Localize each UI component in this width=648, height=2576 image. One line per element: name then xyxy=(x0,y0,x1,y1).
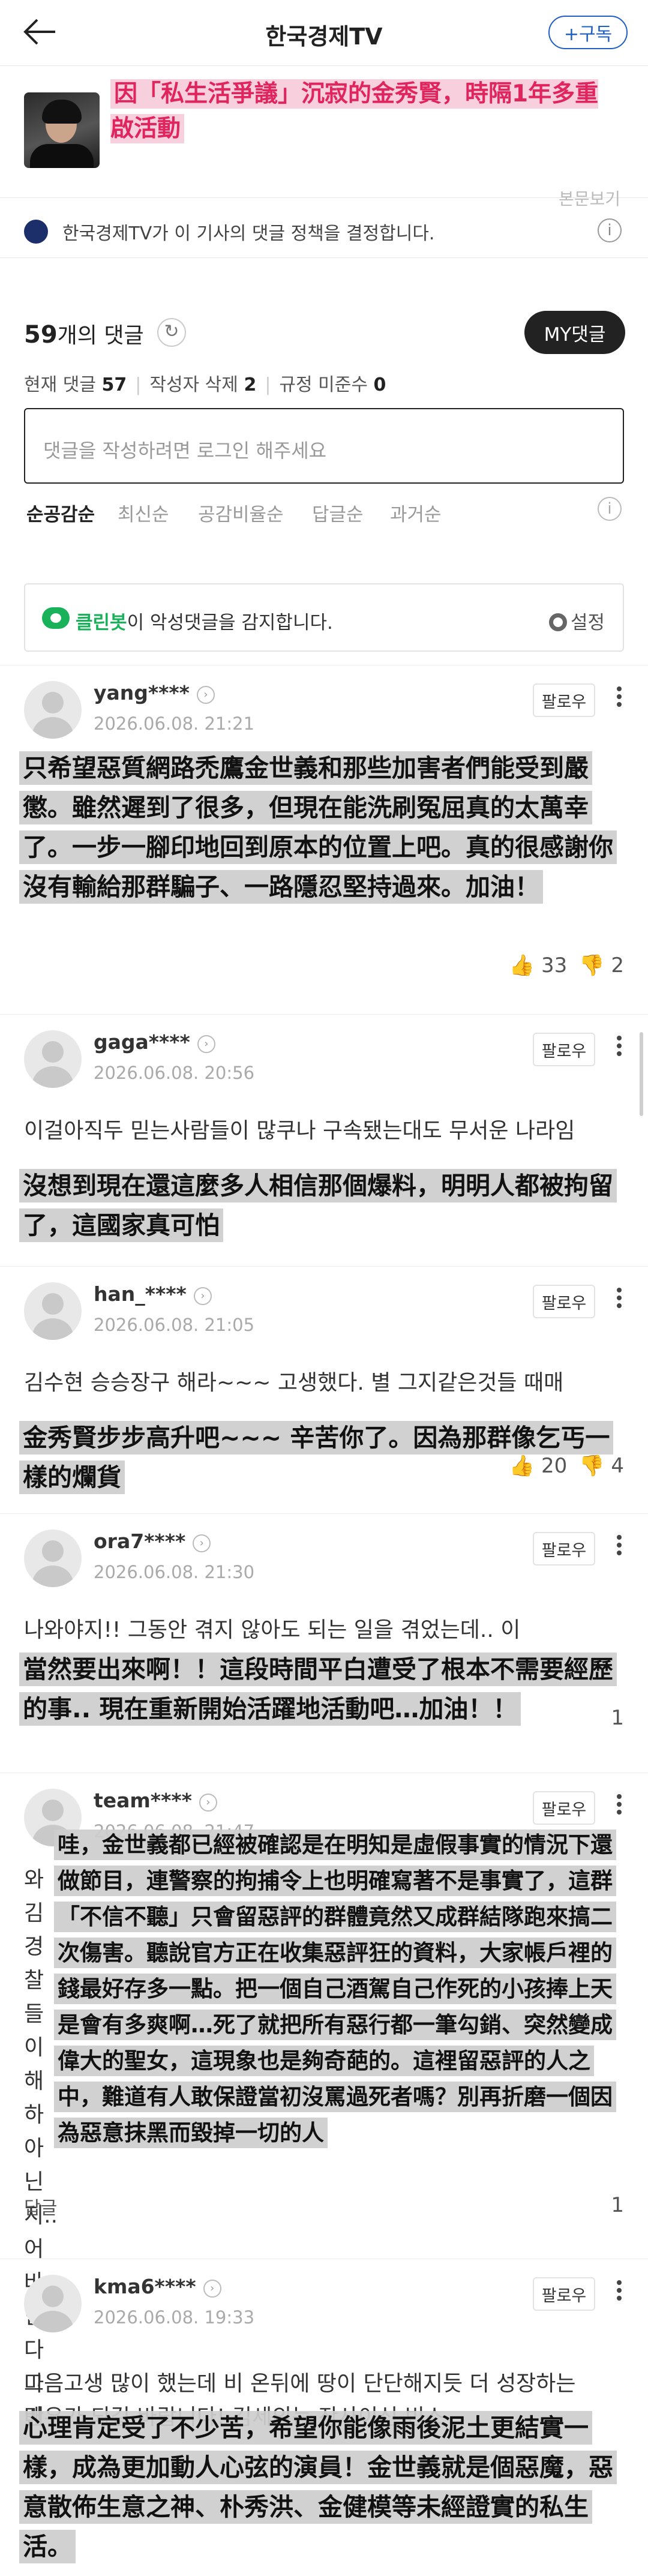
tab-sort-replies[interactable]: 답글순 xyxy=(312,499,364,526)
tab-sort-oldest[interactable]: 과거순 xyxy=(390,499,442,526)
comment-count: 59개의 댓글 xyxy=(24,321,144,349)
chevron-right-icon[interactable]: › xyxy=(196,686,215,704)
reply-button[interactable]: 답글 xyxy=(24,2193,57,2220)
tab-sort-likes[interactable]: 순공감순 xyxy=(26,499,95,526)
comment-translation-overlay: 哇，金世義都已經被確認是在明知是虛假事實的情況下還做節目，連警察的拘捕令上也明確… xyxy=(54,1827,618,2151)
avatar[interactable] xyxy=(24,1530,82,1587)
avatar[interactable] xyxy=(24,1030,82,1088)
comment-text: 나와야지!! 그동안 겪지 않아도 되는 일을 겪었는데.. 이 xyxy=(24,1618,521,1642)
article-header[interactable]: 본문보기 因「私生活爭議」沉寂的金秀賢，時隔1年多重啟活動 xyxy=(0,66,648,209)
follow-button[interactable]: 팔로우 xyxy=(533,1033,595,1066)
comment-translation-overlay: 沒想到現在還這麼多人相信那個爆料，明明人都被拘留了，這國家真可怕 xyxy=(19,1166,631,1245)
avatar[interactable] xyxy=(24,1282,82,1340)
policy-text: 한국경제TV가 이 기사의 댓글 정책을 결정합니다. xyxy=(62,223,435,244)
more-options-icon[interactable] xyxy=(613,1285,625,1315)
refresh-icon[interactable]: ↻ xyxy=(157,318,186,347)
subscribe-button[interactable]: +구독 xyxy=(548,16,628,49)
comment-text: 김수현 승승장구 해라~~~ 고생했다. 별 그지같은것들 때매 xyxy=(24,1371,564,1395)
sort-info-icon[interactable]: i xyxy=(598,497,622,521)
tab-sort-latest[interactable]: 최신순 xyxy=(118,499,169,526)
comment-username[interactable]: ora7**** › xyxy=(94,1530,211,1553)
avatar[interactable] xyxy=(24,681,82,739)
comment-date: 2026.06.08. 20:56 xyxy=(94,1063,255,1083)
thumbs-down-icon[interactable]: 👎 xyxy=(579,953,604,977)
comment-translation-overlay: 只希望惡質網路禿鷹金世義和那些加害者們能受到嚴懲。雖然遲到了很多，但現在能洗刷冤… xyxy=(19,748,631,907)
follow-button[interactable]: 팔로우 xyxy=(533,1791,595,1825)
comment-stats: 현재 댓글 57 | 작성자 삭제 2 | 규정 미준수 0 xyxy=(24,374,386,395)
comment-date: 2026.06.08. 21:30 xyxy=(94,1562,255,1582)
info-icon[interactable]: i xyxy=(598,218,622,242)
comment-input[interactable]: 댓글을 작성하려면 로그인 해주세요 xyxy=(24,408,624,484)
comment-translation-overlay: 當然要出來啊！！這段時間平白遭受了根本不需要經歷的事.. 現在重新開始活躍地活動… xyxy=(19,1650,619,1729)
more-options-icon[interactable] xyxy=(613,1532,625,1562)
chevron-right-icon[interactable]: › xyxy=(197,1035,215,1053)
sort-tabs: 순공감순 최신순 공감비율순 답글순 과거순 i xyxy=(0,486,648,538)
comment-votes: 1 xyxy=(611,2193,624,2217)
comment-item: han_**** › 2026.06.08. 21:05 팔로우 김수현 승승장구… xyxy=(0,1266,648,1513)
comment-username[interactable]: yang**** › xyxy=(94,681,215,704)
comment-date: 2026.06.08. 19:33 xyxy=(94,2307,255,2328)
avatar[interactable] xyxy=(24,2275,82,2332)
comment-translation-overlay: 心理肯定受了不少苦，希望你能像雨後泥土更結實一樣，成為更加動人心弦的演員！金世義… xyxy=(19,2408,631,2566)
chevron-right-icon[interactable]: › xyxy=(203,2280,221,2298)
cleanbot-banner: 클린봇이 악성댓글을 감지합니다. 설정 xyxy=(24,583,624,652)
more-options-icon[interactable] xyxy=(613,1033,625,1063)
more-options-icon[interactable] xyxy=(613,2277,625,2307)
comment-item: yang**** › 2026.06.08. 21:21 팔로우 只希望惡質網路禿… xyxy=(0,665,648,1001)
comment-text: 이걸아직두 믿는사람들이 많쿠나 구속됐는대도 무서운 나라임 xyxy=(24,1118,575,1143)
more-options-icon[interactable] xyxy=(613,683,625,713)
comment-date: 2026.06.08. 21:21 xyxy=(94,713,255,734)
cleanbot-icon xyxy=(42,607,70,629)
comment-username[interactable]: han_**** › xyxy=(94,1282,212,1306)
more-options-icon[interactable] xyxy=(613,1791,625,1821)
follow-button[interactable]: 팔로우 xyxy=(533,1285,595,1318)
cleanbot-settings-button[interactable]: 설정 xyxy=(548,607,605,634)
gear-icon xyxy=(548,613,567,631)
comment-username[interactable]: team**** › xyxy=(94,1789,217,1812)
comment-item: kma6**** › 2026.06.08. 19:33 팔로우 마음고생 많이 … xyxy=(0,2259,648,2576)
comment-item: gaga**** › 2026.06.08. 20:56 팔로우 이걸아직두 믿는… xyxy=(0,1014,648,1266)
thumbs-up-icon[interactable]: 👍 xyxy=(509,953,535,977)
follow-button[interactable]: 팔로우 xyxy=(533,683,595,717)
comment-policy-notice: 한국경제TV가 이 기사의 댓글 정책을 결정합니다. i xyxy=(0,198,648,258)
tab-sort-ratio[interactable]: 공감비율순 xyxy=(198,499,284,526)
article-thumbnail[interactable] xyxy=(24,92,100,168)
article-title: 因「私生活爭議」沉寂的金秀賢，時隔1年多重啟活動 xyxy=(110,79,599,143)
chevron-right-icon[interactable]: › xyxy=(193,1534,211,1552)
chevron-right-icon[interactable]: › xyxy=(193,1287,212,1305)
comment-item: ora7**** › 2026.06.08. 21:30 팔로우 나와야지!! 그… xyxy=(0,1513,648,1773)
comment-username[interactable]: gaga**** › xyxy=(94,1030,215,1054)
comment-votes: 👍 33 👎 2 xyxy=(509,953,624,977)
comment-username[interactable]: kma6**** › xyxy=(94,2275,221,2298)
my-comments-button[interactable]: MY댓글 xyxy=(524,311,625,354)
comment-translation-overlay: 金秀賢步步高升吧~~~ 辛苦你了。因為那群像乞丐一樣的爛貨 xyxy=(19,1418,631,1497)
cleanbot-message: 클린봇이 악성댓글을 감지합니다. xyxy=(76,612,333,634)
comment-summary: 59개의 댓글 ↻ MY댓글 현재 댓글 57 | 작성자 삭제 2 | 규정 미준수 … xyxy=(0,258,648,484)
comment-date: 2026.06.08. 21:05 xyxy=(94,1315,255,1335)
comment-item: team****› 2026.06.08. 21:47 팔로우 와 김 경찰 들… xyxy=(0,1773,648,2430)
follow-button[interactable]: 팔로우 xyxy=(533,1532,595,1566)
publisher-logo-icon xyxy=(24,220,48,244)
chevron-right-icon[interactable]: › xyxy=(199,1794,217,1812)
follow-button[interactable]: 팔로우 xyxy=(533,2277,595,2311)
top-bar: 한국경제TV +구독 xyxy=(0,0,648,66)
